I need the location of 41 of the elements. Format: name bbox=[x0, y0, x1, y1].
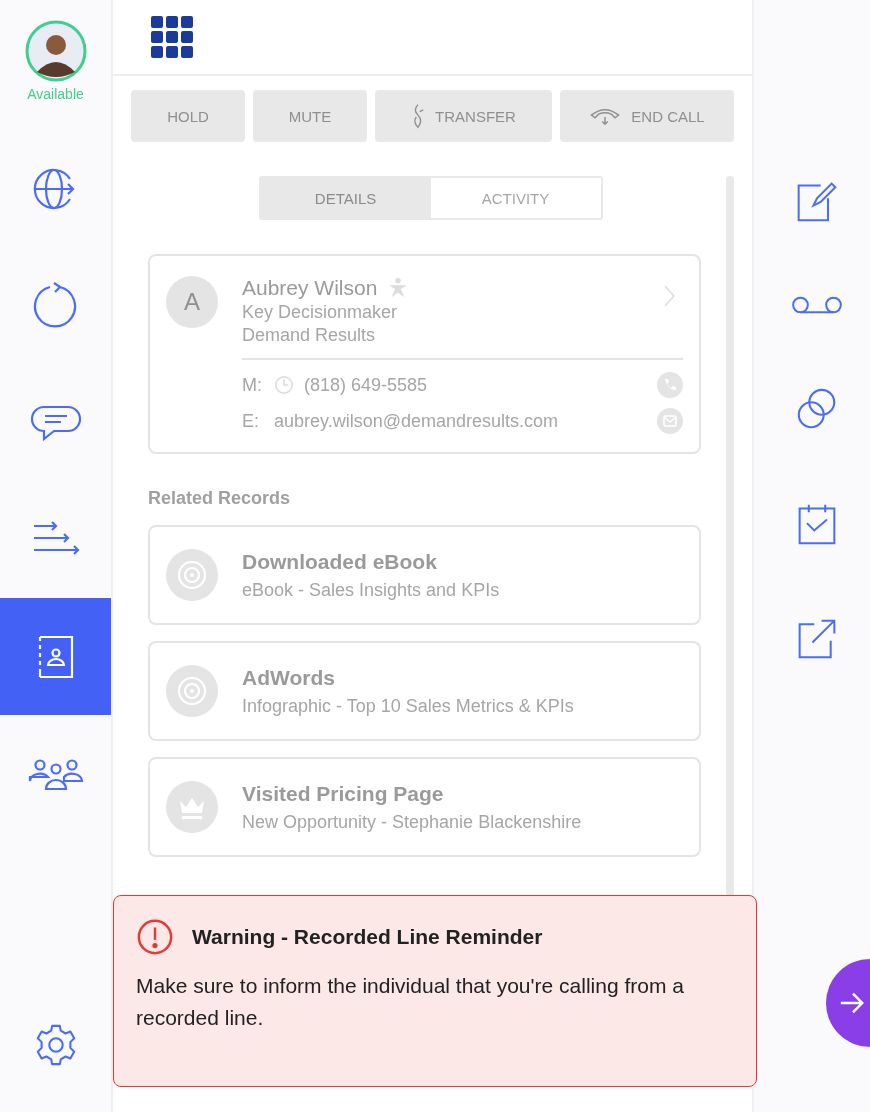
tab[interactable]: DETAILS bbox=[260, 178, 431, 218]
record-card[interactable]: AdWords Infographic - Top 10 Sales Metrics & KPIs bbox=[148, 641, 702, 741]
phone-label: M: bbox=[242, 374, 263, 396]
record-title: Downloaded eBook bbox=[242, 549, 438, 574]
call-button[interactable]: END CALL bbox=[560, 90, 734, 142]
scrollbar[interactable] bbox=[726, 176, 734, 896]
app-grid-icon[interactable] bbox=[151, 16, 193, 58]
voicemail-icon[interactable] bbox=[790, 294, 844, 316]
group-icon bbox=[27, 756, 84, 791]
warning-title: Warning - Recorded Line Reminder bbox=[192, 925, 543, 949]
avatar[interactable] bbox=[24, 20, 87, 82]
contact-title: Key Decisionmaker bbox=[242, 302, 399, 323]
record-subtitle: Infographic - Top 10 Sales Metrics & KPIs bbox=[242, 695, 574, 717]
section-heading: Related Records bbox=[148, 488, 292, 509]
person-star-icon bbox=[387, 277, 410, 299]
record-card[interactable]: Downloaded eBook eBook - Sales Insights and KPIs bbox=[148, 525, 702, 625]
contact-initial-avatar: A bbox=[166, 276, 218, 328]
contact-phone: (818) 649-5585 bbox=[304, 374, 428, 396]
record-title: Visited Pricing Page bbox=[242, 781, 445, 806]
calendar-check-icon[interactable] bbox=[796, 502, 838, 546]
record-subtitle: eBook - Sales Insights and KPIs bbox=[242, 579, 500, 601]
record-title: AdWords bbox=[242, 665, 336, 690]
record-subtitle: New Opportunity - Stephanie Blackenshire bbox=[242, 811, 582, 833]
contact-email: aubrey.wilson@demandresults.com bbox=[274, 410, 559, 432]
call-button[interactable]: HOLD bbox=[131, 90, 245, 142]
record-card[interactable]: Visited Pricing Page New Opportunity - Stephanie Blackenshire bbox=[148, 757, 702, 857]
agent-status: Available bbox=[27, 86, 84, 102]
target-icon bbox=[166, 549, 218, 601]
contact-company: Demand Results bbox=[242, 325, 377, 346]
warning-icon bbox=[136, 918, 174, 956]
email-label: E: bbox=[242, 410, 260, 432]
end-call-icon bbox=[589, 106, 622, 126]
sidebar-item[interactable] bbox=[0, 598, 111, 715]
clock-icon bbox=[274, 375, 294, 395]
transfer-icon bbox=[411, 102, 426, 130]
target-icon bbox=[166, 665, 218, 717]
call-button[interactable]: TRANSFER bbox=[375, 90, 552, 142]
call-button[interactable]: MUTE bbox=[253, 90, 367, 142]
contact-name: Aubrey Wilson bbox=[242, 276, 378, 300]
crown-icon bbox=[166, 781, 218, 833]
warning-message: Make sure to inform the individual that you're calling from a recorded line. bbox=[136, 973, 685, 1031]
